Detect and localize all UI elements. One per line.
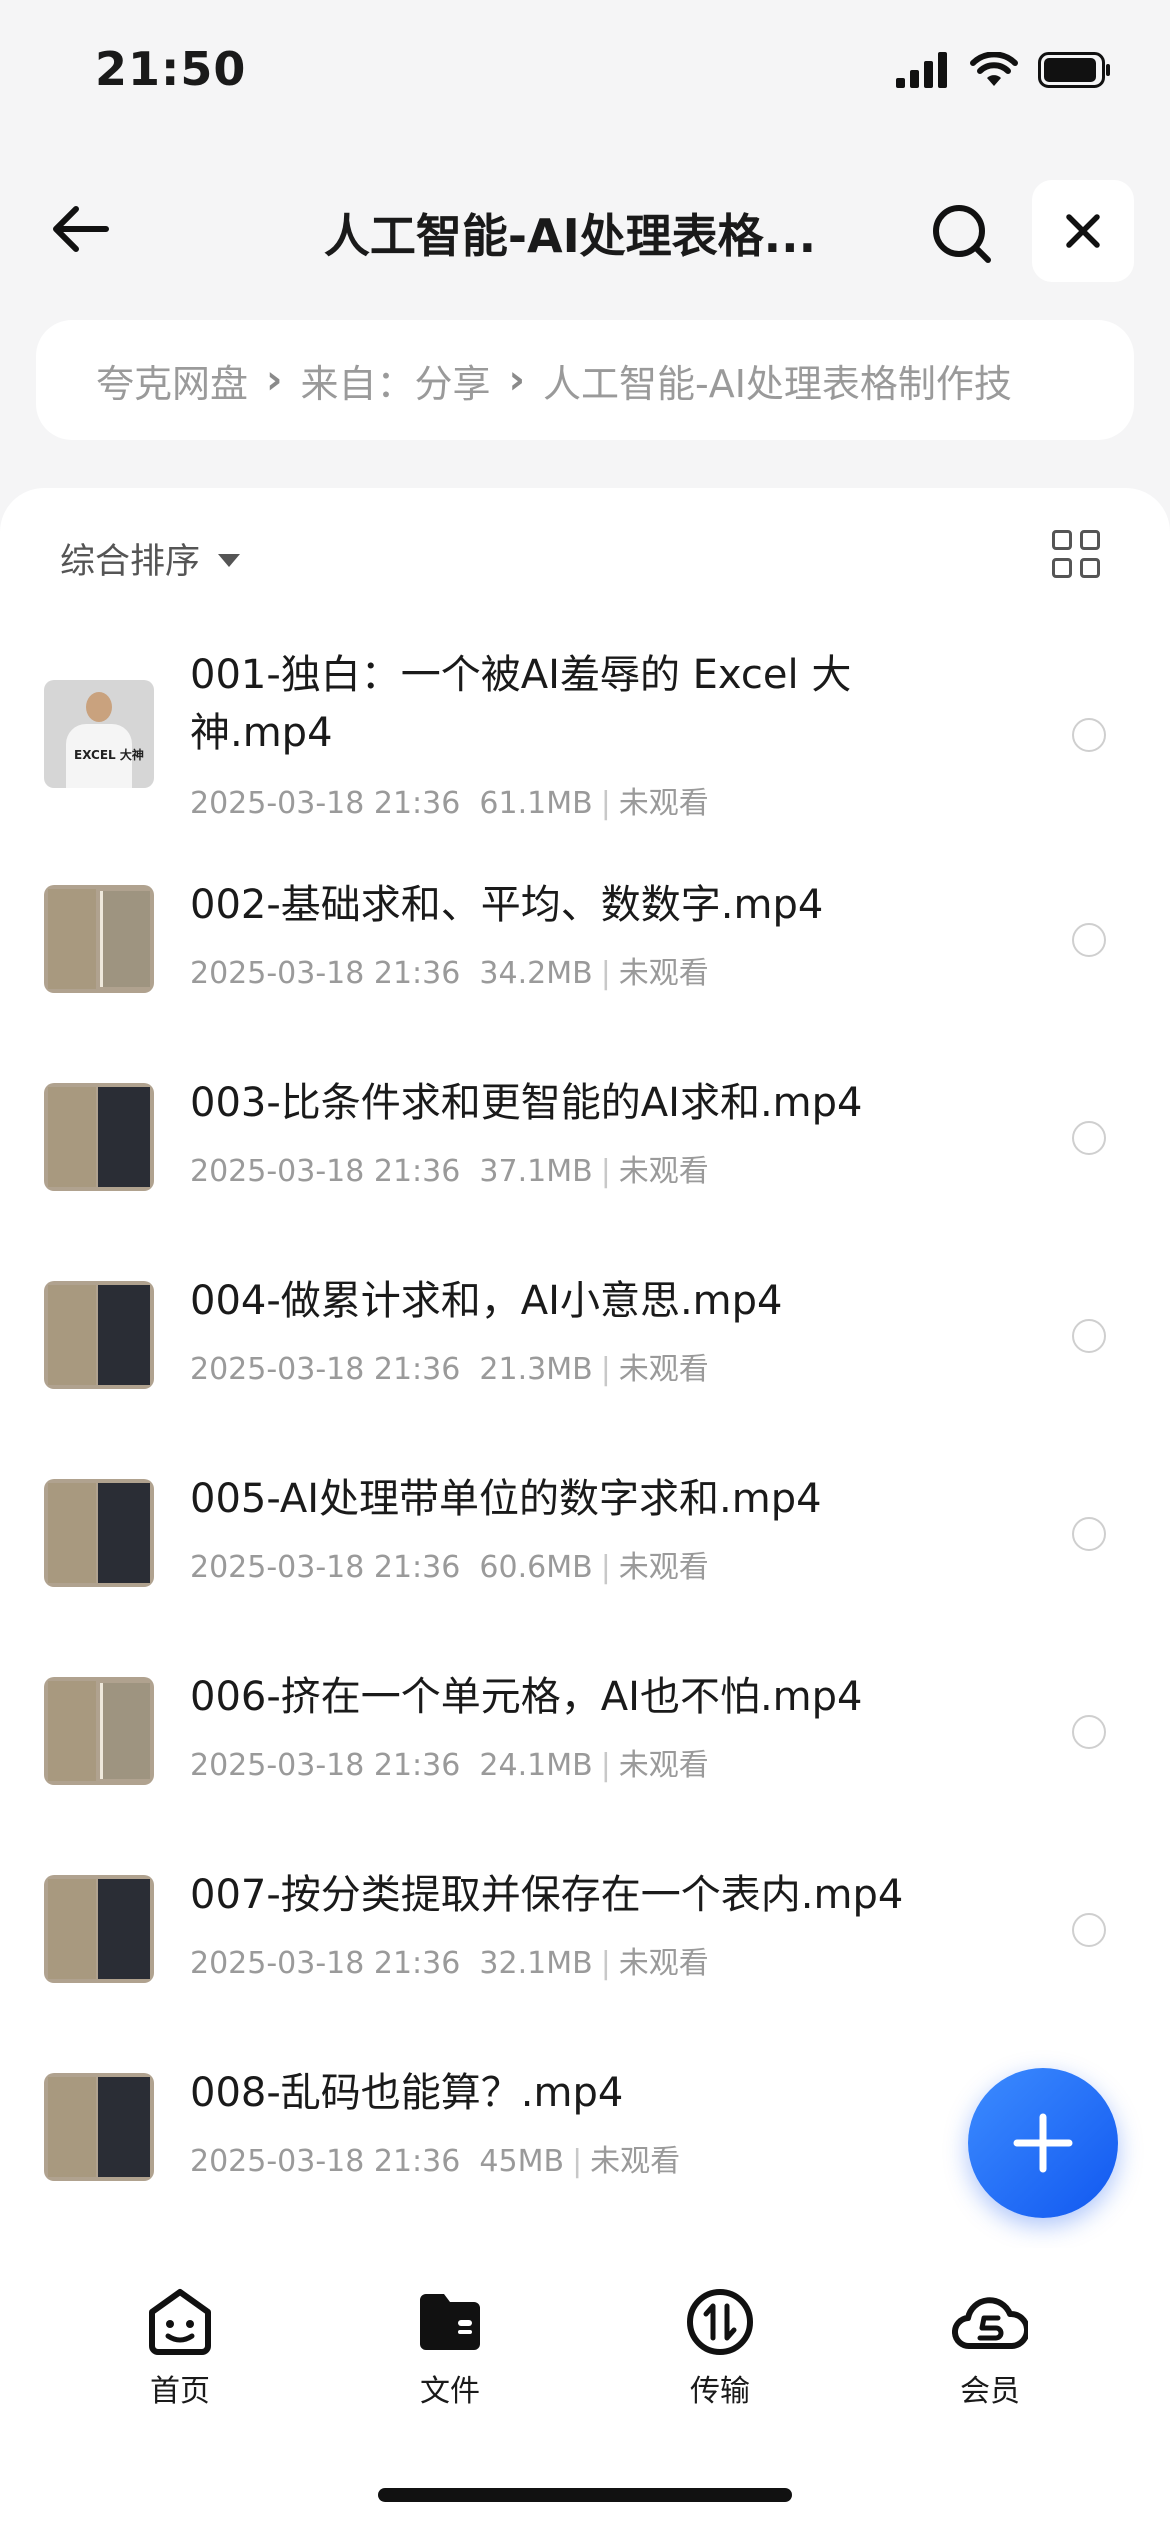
file-name: 007-按分类提取并保存在一个表内.mp4: [190, 1872, 904, 1918]
tab-label: 传输: [690, 2374, 750, 2409]
file-row[interactable]: 006-挤在一个单元格，AI也不怕.mp4 2025-03-18 21:36 2…: [0, 1630, 1170, 1828]
chevron-right-icon: ›: [508, 357, 525, 403]
breadcrumb: 夸克网盘 › 来自：分享 › 人工智能-AI处理表格制作技: [36, 320, 1134, 440]
tab-transfer[interactable]: 传输: [640, 2286, 800, 2410]
add-button[interactable]: [968, 2068, 1118, 2218]
select-radio[interactable]: [1072, 718, 1106, 752]
search-button[interactable]: [920, 192, 1004, 276]
page-title: 人工智能-AI处理表格...: [323, 209, 817, 263]
sort-label: 综合排序: [60, 542, 201, 582]
file-meta: 2025-03-18 21:36 34.2MB | 未观看: [190, 956, 709, 991]
file-name: 002-基础求和、平均、数数字.mp4: [190, 882, 824, 928]
file-name: 004-做累计求和，AI小意思.mp4: [190, 1278, 783, 1324]
file-name: 008-乱码也能算？.mp4: [190, 2070, 624, 2116]
file-name: 005-AI处理带单位的数字求和.mp4: [190, 1476, 822, 1522]
file-row[interactable]: 004-做累计求和，AI小意思.mp4 2025-03-18 21:36 21.…: [0, 1234, 1170, 1432]
caret-down-icon: [218, 554, 241, 567]
file-row[interactable]: EXCEL 大神 001-独白：一个被AI羞辱的 Excel 大神.mp4 20…: [0, 638, 1170, 838]
tab-label: 首页: [150, 2374, 210, 2409]
file-meta: 2025-03-18 21:36 60.6MB | 未观看: [190, 1550, 709, 1585]
file-meta: 2025-03-18 21:36 32.1MB | 未观看: [190, 1946, 709, 1981]
file-name: 003-比条件求和更智能的AI求和.mp4: [190, 1080, 863, 1126]
search-icon: [933, 205, 991, 263]
wifi-icon: [970, 52, 1018, 86]
battery-icon: [1038, 52, 1110, 88]
select-radio[interactable]: [1072, 1319, 1106, 1353]
breadcrumb-item-root[interactable]: 夸克网盘: [96, 353, 248, 408]
status-icons: [896, 52, 1112, 88]
video-thumbnail: [44, 1083, 154, 1191]
video-thumbnail: [44, 1677, 154, 1785]
status-time: 21:50: [95, 42, 247, 96]
thumbnail-caption: EXCEL 大神: [74, 748, 144, 762]
status-bar: 21:50: [0, 0, 1170, 150]
tab-label: 会员: [960, 2374, 1020, 2409]
file-meta: 2025-03-18 21:36 24.1MB | 未观看: [190, 1748, 709, 1783]
video-thumbnail: [44, 1281, 154, 1389]
file-list: EXCEL 大神 001-独白：一个被AI羞辱的 Excel 大神.mp4 20…: [0, 638, 1170, 2224]
close-icon: [1066, 214, 1100, 248]
breadcrumb-item-share[interactable]: 来自：分享: [301, 353, 491, 408]
plus-icon: [1013, 2113, 1073, 2173]
file-name: 006-挤在一个单元格，AI也不怕.mp4: [190, 1674, 863, 1720]
sort-dropdown[interactable]: 综合排序: [60, 533, 241, 584]
video-thumbnail: [44, 1875, 154, 1983]
file-row[interactable]: 005-AI处理带单位的数字求和.mp4 2025-03-18 21:36 60…: [0, 1432, 1170, 1630]
signal-icon: [896, 52, 947, 88]
tab-label: 文件: [420, 2374, 480, 2409]
grid-view-button[interactable]: [1052, 530, 1100, 578]
select-radio[interactable]: [1072, 1913, 1106, 1947]
select-radio[interactable]: [1072, 923, 1106, 957]
file-row[interactable]: 003-比条件求和更智能的AI求和.mp4 2025-03-18 21:36 3…: [0, 1036, 1170, 1234]
cloud-s-icon: [952, 2297, 1028, 2350]
file-panel: 综合排序 EXCEL 大神 001-独白：一个被AI羞辱的 Excel 大神.m…: [0, 488, 1170, 2248]
grid-view-icon: [1052, 530, 1072, 550]
nav-bar: 人工智能-AI处理表格...: [0, 170, 1170, 290]
file-row[interactable]: 002-基础求和、平均、数数字.mp4 2025-03-18 21:36 34.…: [0, 838, 1170, 1036]
select-radio[interactable]: [1072, 1121, 1106, 1155]
file-row[interactable]: 007-按分类提取并保存在一个表内.mp4 2025-03-18 21:36 3…: [0, 1828, 1170, 2026]
tab-membership[interactable]: 会员: [910, 2286, 1070, 2410]
transfer-icon: [687, 2289, 753, 2355]
file-meta: 2025-03-18 21:36 45MB | 未观看: [190, 2144, 681, 2179]
select-radio[interactable]: [1072, 1715, 1106, 1749]
file-meta: 2025-03-18 21:36 21.3MB | 未观看: [190, 1352, 709, 1387]
video-thumbnail: [44, 1479, 154, 1587]
close-button[interactable]: [1032, 180, 1134, 282]
file-meta: 2025-03-18 21:36 61.1MB | 未观看: [190, 786, 709, 821]
file-name: 001-独白：一个被AI羞辱的 Excel 大神.mp4: [190, 652, 852, 756]
file-meta: 2025-03-18 21:36 37.1MB | 未观看: [190, 1154, 709, 1189]
smile-face-icon: [149, 2289, 211, 2355]
select-radio[interactable]: [1072, 1517, 1106, 1551]
video-thumbnail: [44, 885, 154, 993]
arrow-left-icon: [53, 206, 109, 252]
folder-icon: [420, 2294, 480, 2350]
breadcrumb-item-folder: 人工智能-AI处理表格制作技: [543, 361, 1012, 406]
tab-files[interactable]: 文件: [370, 2286, 530, 2410]
tab-home[interactable]: 首页: [100, 2286, 260, 2410]
chevron-right-icon: ›: [266, 357, 283, 403]
home-indicator: [378, 2488, 792, 2502]
back-button[interactable]: [40, 194, 120, 264]
video-thumbnail: EXCEL 大神: [44, 680, 154, 788]
video-thumbnail: [44, 2073, 154, 2181]
